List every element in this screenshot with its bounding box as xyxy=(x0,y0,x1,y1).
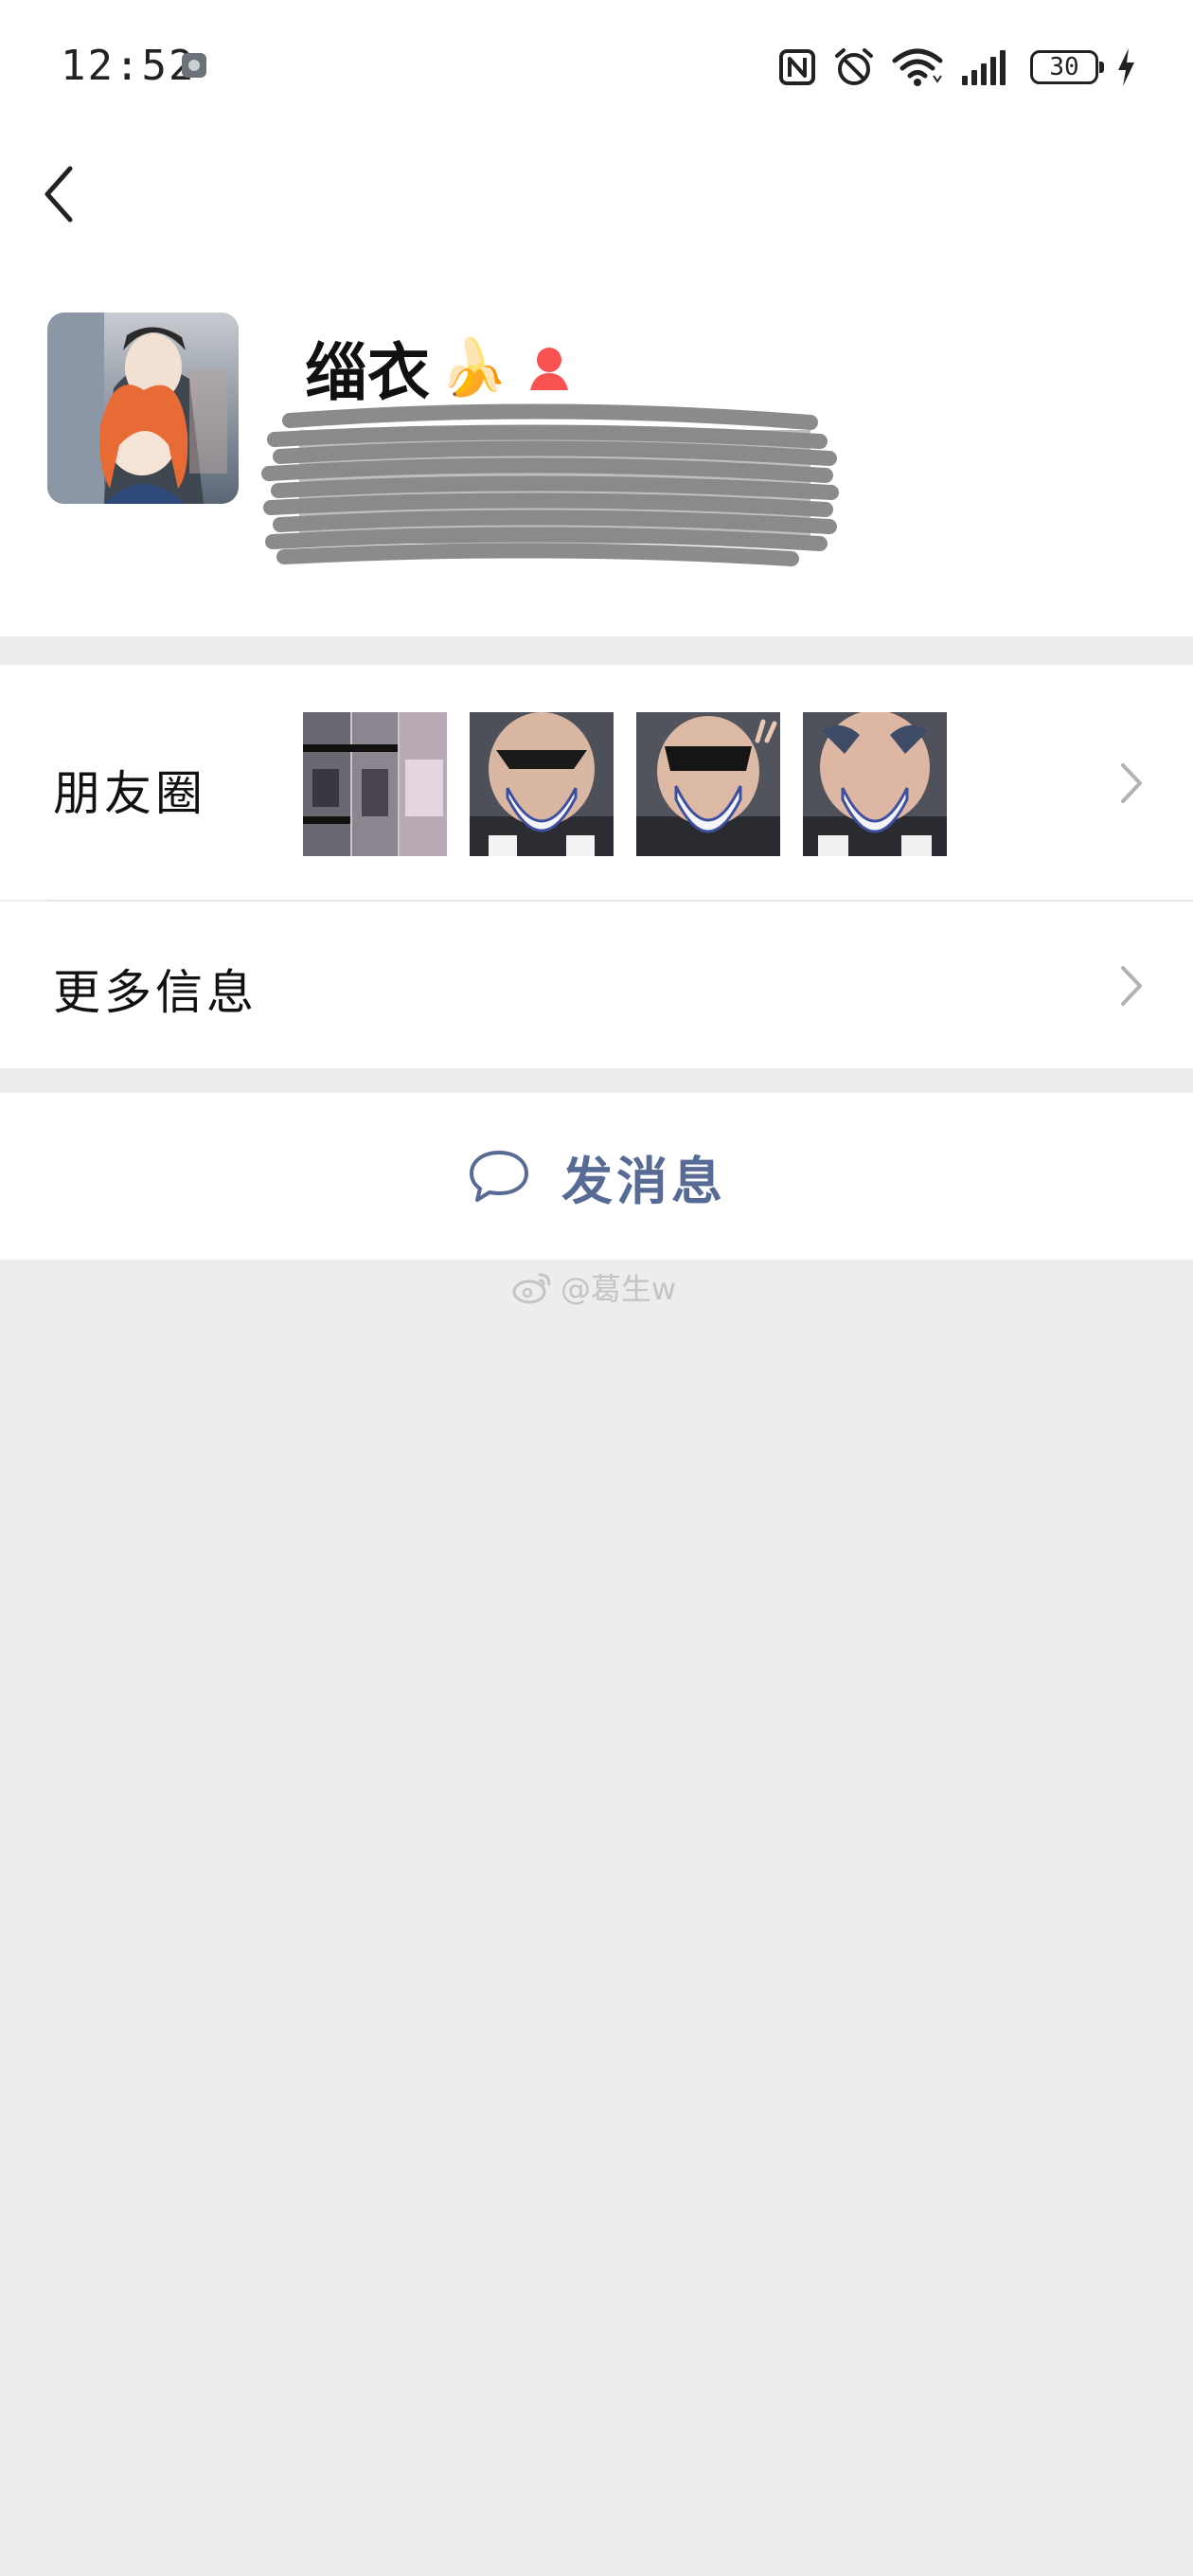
section-divider xyxy=(0,1068,1193,1093)
chat-bubble-icon xyxy=(470,1151,528,1202)
status-icons: 30 xyxy=(778,44,1136,91)
watermark-text: @葛生w xyxy=(561,1271,677,1307)
avatar-image xyxy=(47,313,239,504)
weibo-icon xyxy=(512,1273,551,1304)
send-message-label: 发消息 xyxy=(561,1151,726,1211)
status-bar: 12:52 30 xyxy=(0,0,1193,133)
nickname: 缁衣 🍌 xyxy=(305,322,574,413)
moments-thumbnail xyxy=(636,712,780,856)
battery-level: 30 xyxy=(1049,53,1079,81)
moments-row[interactable]: 朋友圈 xyxy=(0,665,1193,900)
moments-thumbnail xyxy=(470,712,614,856)
nfc-icon xyxy=(779,49,815,85)
section-divider xyxy=(0,636,1193,665)
chevron-right-icon xyxy=(1121,966,1142,1006)
charging-icon xyxy=(1118,48,1134,86)
moments-thumbnail xyxy=(303,712,447,856)
nickname-text: 缁衣 xyxy=(305,336,430,409)
banana-emoji: 🍌 xyxy=(439,334,508,400)
signal-icon xyxy=(962,50,1006,85)
status-time: 12:52 xyxy=(61,42,196,90)
watermark: @葛生w xyxy=(511,1265,676,1309)
female-icon xyxy=(530,348,569,390)
app-notification-icon xyxy=(182,53,206,78)
avatar[interactable] xyxy=(47,313,239,504)
moments-label: 朋友圈 xyxy=(53,766,206,821)
more-info-row[interactable]: 更多信息 xyxy=(0,902,1193,1068)
wifi-icon xyxy=(892,48,943,86)
chevron-right-icon xyxy=(1121,763,1142,803)
battery-icon: 30 xyxy=(1030,50,1104,84)
moments-thumbnails xyxy=(303,712,947,856)
send-message-button[interactable]: 发消息 xyxy=(0,1093,1193,1260)
alarm-icon xyxy=(835,48,873,85)
back-chevron-icon[interactable] xyxy=(38,163,80,225)
redacted-scribble xyxy=(261,403,839,566)
more-info-label: 更多信息 xyxy=(53,965,258,1020)
moments-thumbnail xyxy=(803,712,947,856)
